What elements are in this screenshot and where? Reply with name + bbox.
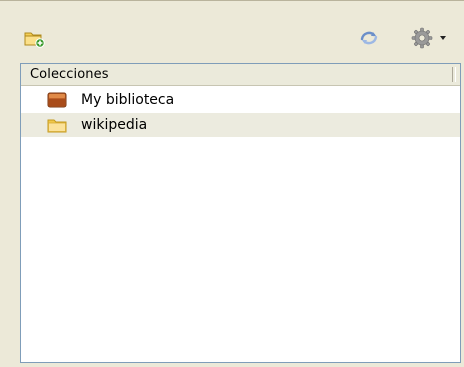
chevron-down-icon — [440, 36, 446, 40]
toolbar — [0, 1, 464, 57]
column-header-label: Colecciones — [30, 67, 109, 82]
gear-icon — [411, 27, 433, 49]
column-picker-separator[interactable] — [452, 67, 456, 82]
collections-pane: Colecciones My biblioteca wikipedia — [0, 0, 464, 367]
folder-icon — [47, 119, 67, 133]
tree-item-label: wikipedia — [81, 117, 148, 133]
sync-button[interactable] — [356, 27, 382, 49]
new-collection-folder-icon — [24, 32, 45, 48]
collections-tree[interactable]: Colecciones My biblioteca wikipedia — [20, 63, 461, 363]
column-header[interactable]: Colecciones — [21, 64, 460, 86]
tree-item-wikipedia[interactable]: wikipedia — [21, 113, 460, 137]
new-collection-button[interactable] — [22, 27, 48, 49]
sync-icon — [360, 31, 378, 45]
actions-menu-button[interactable] — [404, 25, 454, 51]
tree-item-label: My biblioteca — [81, 92, 175, 108]
tree-item-my-biblioteca[interactable]: My biblioteca — [21, 88, 460, 112]
library-icon — [47, 92, 67, 108]
